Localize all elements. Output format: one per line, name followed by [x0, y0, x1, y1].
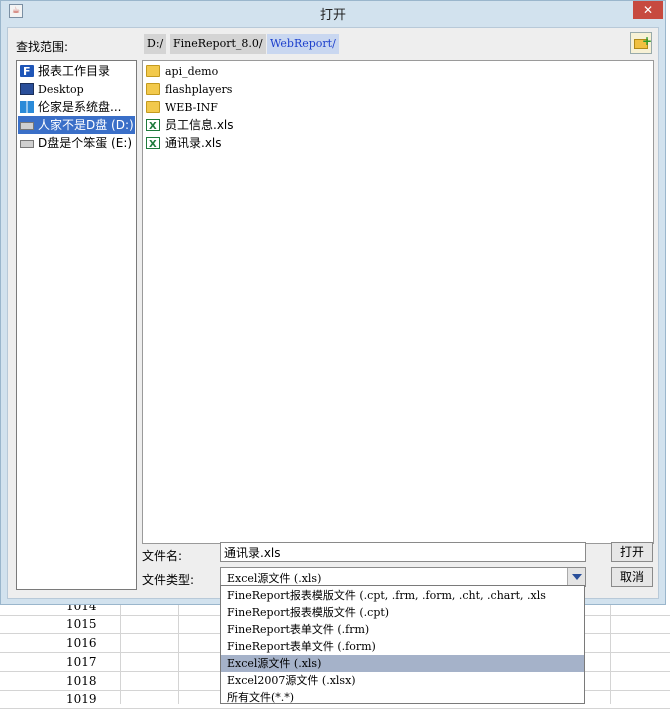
folder-icon — [146, 83, 160, 95]
place-label: 人家不是D盘 (D:) — [38, 118, 134, 132]
list-item[interactable]: api_demo — [145, 62, 218, 80]
cancel-button[interactable]: 取消 — [611, 567, 653, 587]
place-label: Desktop — [38, 83, 84, 96]
desktop-icon — [20, 83, 34, 95]
file-type-label: 文件类型: — [142, 573, 195, 587]
place-drive-e[interactable]: D盘是个笨蛋 (E:) — [18, 134, 135, 152]
excel-file-icon — [146, 118, 160, 136]
dialog-body: 查找范围: D:/ FineReport_8.0/ WebReport/ + 报… — [7, 27, 659, 599]
open-button[interactable]: 打开 — [611, 542, 653, 562]
folder-icon — [146, 101, 160, 113]
breadcrumb-finereport[interactable]: FineReport_8.0/ — [170, 34, 266, 54]
report-icon — [20, 63, 34, 80]
place-report-directory[interactable]: 报表工作目录 — [18, 62, 135, 80]
breadcrumb-drive[interactable]: D:/ — [144, 34, 167, 54]
sheet-gridline — [178, 596, 179, 704]
dialog-title: 打开 — [319, 8, 346, 23]
chevron-down-icon[interactable] — [567, 568, 585, 586]
row-number: 1015 — [66, 617, 97, 631]
file-name: WEB-INF — [165, 101, 218, 114]
list-item[interactable]: 通讯录.xls — [145, 134, 222, 154]
list-item[interactable]: WEB-INF — [145, 98, 218, 116]
look-in-label: 查找范围: — [16, 40, 69, 54]
new-folder-button[interactable]: + — [630, 32, 652, 54]
place-desktop[interactable]: Desktop — [18, 80, 135, 98]
title-bar[interactable]: ☕ 打开 ✕ — [1, 1, 665, 23]
row-number: 1017 — [66, 655, 97, 669]
file-name: 员工信息.xls — [165, 118, 234, 132]
file-name: flashplayers — [165, 83, 233, 96]
file-name: api_demo — [165, 65, 219, 78]
place-label: D盘是个笨蛋 (E:) — [38, 136, 133, 150]
places-list: 报表工作目录 Desktop 伦家是系统盘... 人家不是D盘 (D:) D盘是… — [16, 60, 137, 590]
dropdown-option[interactable]: FineReport表单文件 (.form) — [221, 638, 584, 655]
file-name: 通讯录.xls — [165, 136, 222, 150]
dropdown-option[interactable]: FineReport报表模版文件 (.cpt) — [221, 604, 584, 621]
dropdown-option[interactable]: 所有文件(*.*) — [221, 689, 584, 703]
file-type-select[interactable]: Excel源文件 (.xls) — [220, 567, 586, 587]
windows-drive-icon — [20, 101, 34, 113]
dropdown-option-selected[interactable]: Excel源文件 (.xls) — [221, 655, 584, 672]
plus-icon: + — [642, 34, 653, 48]
place-system-drive[interactable]: 伦家是系统盘... — [18, 98, 135, 116]
sheet-gridline — [610, 596, 611, 704]
open-file-dialog: ☕ 打开 ✕ 查找范围: D:/ FineReport_8.0/ WebRepo… — [0, 0, 666, 605]
close-button[interactable]: ✕ — [633, 1, 663, 19]
dropdown-option[interactable]: FineReport报表模版文件 (.cpt, .frm, .form, .ch… — [221, 587, 584, 604]
place-label: 报表工作目录 — [38, 64, 111, 78]
file-name-input[interactable] — [220, 542, 586, 562]
place-label: 伦家是系统盘... — [38, 100, 122, 114]
row-number: 1016 — [66, 636, 97, 650]
list-item[interactable]: flashplayers — [145, 80, 232, 98]
breadcrumb-webreport[interactable]: WebReport/ — [267, 34, 339, 54]
file-type-dropdown: FineReport报表模版文件 (.cpt, .frm, .form, .ch… — [220, 585, 585, 704]
drive-icon — [20, 122, 34, 130]
list-item[interactable]: 员工信息.xls — [145, 116, 234, 136]
file-type-value: Excel源文件 (.xls) — [227, 572, 322, 585]
file-name-label: 文件名: — [142, 549, 183, 563]
file-list: api_demo flashplayers WEB-INF 员工信息.xls 通… — [142, 60, 654, 544]
row-number: 1018 — [66, 674, 97, 688]
excel-file-icon — [146, 136, 160, 154]
dropdown-option[interactable]: Excel2007源文件 (.xlsx) — [221, 672, 584, 689]
drive-icon — [20, 140, 34, 148]
dropdown-option[interactable]: FineReport表单文件 (.frm) — [221, 621, 584, 638]
folder-icon — [146, 65, 160, 77]
place-drive-d[interactable]: 人家不是D盘 (D:) — [18, 116, 135, 134]
sheet-gridline — [120, 596, 121, 704]
